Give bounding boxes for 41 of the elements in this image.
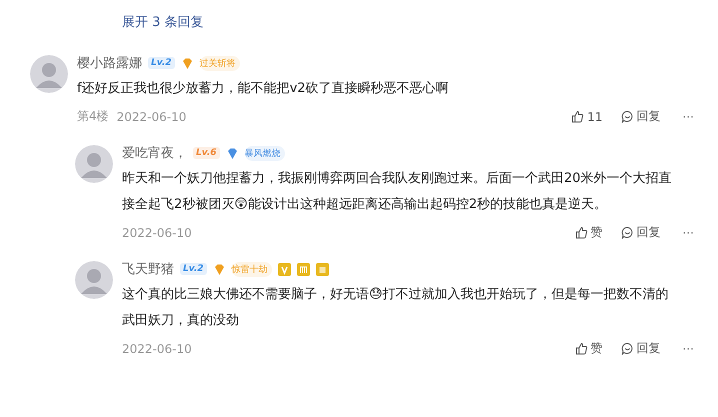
badge-icon bbox=[278, 262, 291, 276]
avatar[interactable] bbox=[75, 145, 113, 183]
more-button[interactable]: ··· bbox=[682, 110, 694, 124]
avatar[interactable] bbox=[75, 261, 113, 299]
user-name[interactable]: 樱小路露娜 bbox=[77, 54, 142, 72]
comment-text: 昨天和一个妖刀他捏蓄力，我振刚博弈两回合我队友刚跑过来。后面一个武田20米外一个大招直接全起飞2秒被团灭😲能设计出这种超远距离还高输出起码控2秒的技能也真是逆天。 bbox=[122, 170, 673, 214]
user-name[interactable]: 飞天野猪 bbox=[122, 260, 174, 278]
gem-icon bbox=[226, 146, 239, 160]
like-button[interactable]: 11 bbox=[571, 110, 603, 124]
comment-text: f还好反正我也很少放蓄力，能不能把v2砍了直接瞬秒恶不恶心啊 bbox=[77, 80, 450, 98]
thumbs-up-icon bbox=[571, 110, 584, 123]
speech-bubble-icon bbox=[620, 226, 634, 239]
comment-date: 2022-06-10 bbox=[122, 342, 192, 356]
like-button[interactable]: 赞 bbox=[574, 224, 603, 241]
level-badge: Lv.2 bbox=[148, 57, 175, 69]
badge-icon bbox=[316, 262, 329, 276]
speech-bubble-icon bbox=[620, 110, 634, 123]
comment-date: 2022-06-10 bbox=[122, 226, 192, 240]
user-name[interactable]: 爱吃宵夜， bbox=[122, 144, 187, 162]
gem-icon bbox=[180, 56, 194, 70]
more-button[interactable]: ··· bbox=[682, 342, 694, 356]
reply-button[interactable]: 回复 bbox=[620, 224, 661, 241]
medal-badge: 过关斩将 bbox=[200, 56, 240, 70]
avatar[interactable] bbox=[30, 55, 68, 93]
level-badge: Lv.6 bbox=[193, 147, 220, 159]
more-button[interactable]: ··· bbox=[682, 226, 694, 240]
like-button[interactable]: 赞 bbox=[574, 340, 603, 357]
thumbs-up-icon bbox=[574, 342, 588, 355]
badge-icon bbox=[296, 262, 310, 276]
speech-bubble-icon bbox=[620, 342, 634, 355]
comment-date: 2022-06-10 bbox=[116, 110, 186, 124]
comment-text: 这个真的比三娘大佛还不需要脑子，好无语😓打不过就加入我也开始玩了，但是每一把数不清的武田妖刀，真的没劲 bbox=[122, 286, 670, 330]
gem-icon bbox=[212, 262, 226, 276]
level-badge: Lv.2 bbox=[180, 263, 207, 275]
thumbs-up-icon bbox=[574, 226, 588, 239]
floor-number: 第4楼 bbox=[77, 108, 109, 125]
reply-button[interactable]: 回复 bbox=[620, 108, 661, 125]
expand-replies-link[interactable]: 展开 3 条回复 bbox=[122, 13, 204, 31]
medal-badge: 暴风燃烧 bbox=[244, 146, 285, 160]
medal-badge: 惊雷十劫 bbox=[232, 262, 272, 276]
reply-button[interactable]: 回复 bbox=[620, 340, 661, 357]
